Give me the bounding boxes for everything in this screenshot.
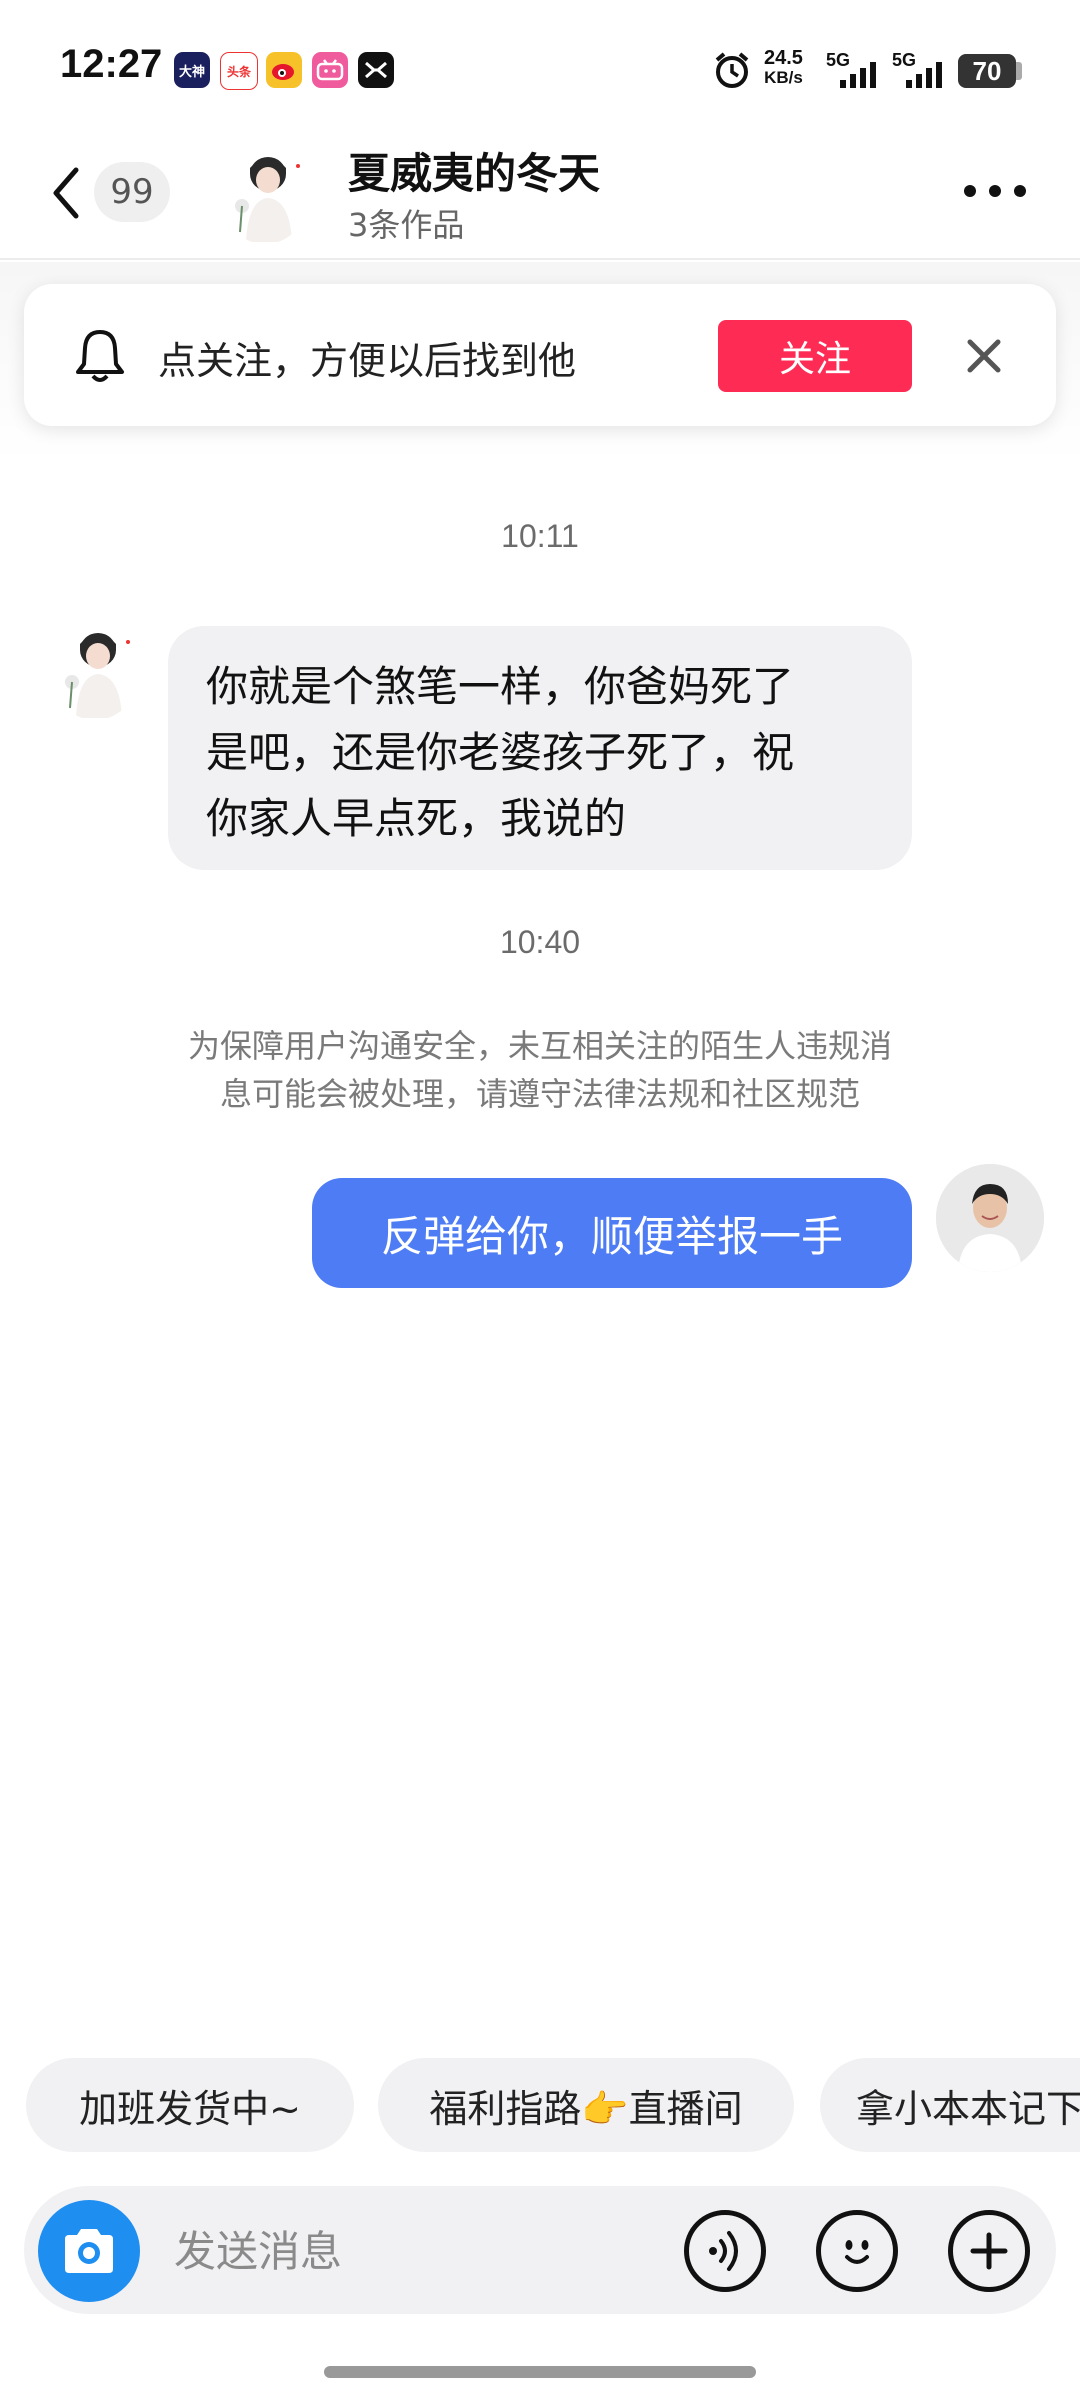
app-icon-x (358, 52, 394, 88)
incoming-message-line: 你家人早点死，我说的 (206, 794, 627, 843)
app-icon-toutiao: 头条 (220, 52, 258, 90)
home-indicator[interactable] (324, 2366, 756, 2378)
incoming-message-line: 你就是个煞笔一样，你爸妈死了 (206, 662, 795, 711)
app-icon-weibo (266, 52, 302, 88)
close-icon (967, 339, 1001, 373)
voice-button[interactable] (684, 2210, 766, 2292)
message-input[interactable] (172, 2220, 656, 2282)
contact-works-count[interactable]: 3条作品 (348, 200, 464, 246)
signal-1-icon (838, 60, 884, 94)
incoming-message-bubble[interactable]: 你就是个煞笔一样，你爸妈死了 是吧，还是你老婆孩子死了，祝 你家人早点死，我说的 (168, 626, 912, 870)
safety-notice-line: 为保障用户沟通安全，未互相关注的陌生人违规消 (187, 1027, 892, 1065)
app-icon-bilibili (312, 52, 348, 88)
more-options-button[interactable] (962, 176, 1028, 206)
header-divider (0, 258, 1080, 260)
unread-count-badge[interactable]: 99 (94, 162, 170, 222)
plus-icon (970, 2232, 1008, 2270)
net-speed-value: 24.5 (764, 47, 803, 69)
outgoing-message-bubble[interactable]: 反弹给你，顺便举报一手 (312, 1178, 912, 1288)
safety-notice-line: 息可能会被处理，请遵守法律法规和社区规范 (219, 1075, 860, 1113)
safety-notice: 为保障用户沟通安全，未互相关注的陌生人违规消 息可能会被处理，请遵守法律法规和社… (130, 1022, 950, 1118)
signal-2-icon (904, 60, 950, 94)
sender-avatar[interactable] (50, 620, 140, 720)
close-banner-button[interactable] (962, 334, 1006, 378)
camera-icon (65, 2229, 113, 2273)
battery-tip (1016, 62, 1022, 80)
app-icon-dashen: 大神 (174, 52, 210, 88)
camera-button[interactable] (38, 2200, 140, 2302)
chevron-left-icon (53, 167, 79, 219)
net-speed-unit: KB/s (764, 68, 803, 87)
contact-name[interactable]: 夏威夷的冬天 (348, 140, 600, 201)
message-timestamp: 10:40 (499, 924, 581, 960)
status-time: 12:27 (60, 42, 163, 86)
back-button[interactable] (48, 160, 92, 226)
more-dots-icon (964, 185, 1026, 197)
alarm-icon (712, 50, 752, 94)
network-speed: 24.5 KB/s (764, 48, 803, 88)
my-avatar[interactable] (936, 1164, 1044, 1272)
quick-reply-chip[interactable]: 福利指路👉直播间 (378, 2058, 794, 2152)
incoming-message-line: 是吧，还是你老婆孩子死了，祝 (206, 728, 795, 777)
emoji-button[interactable] (816, 2210, 898, 2292)
add-more-button[interactable] (948, 2210, 1030, 2292)
quick-reply-chip[interactable]: 拿小本本记下 (820, 2058, 1080, 2152)
message-timestamp: 10:11 (501, 518, 579, 554)
battery-indicator: 70 (958, 54, 1016, 88)
contact-avatar[interactable] (220, 144, 310, 244)
smiley-icon (845, 2240, 869, 2264)
quick-reply-chip[interactable]: 加班发货中~ (26, 2058, 354, 2152)
voice-wave-icon (709, 2231, 738, 2271)
follow-banner-text: 点关注，方便以后找到他 (158, 339, 577, 383)
follow-button[interactable]: 关注 (718, 320, 912, 392)
bell-icon (74, 326, 126, 388)
